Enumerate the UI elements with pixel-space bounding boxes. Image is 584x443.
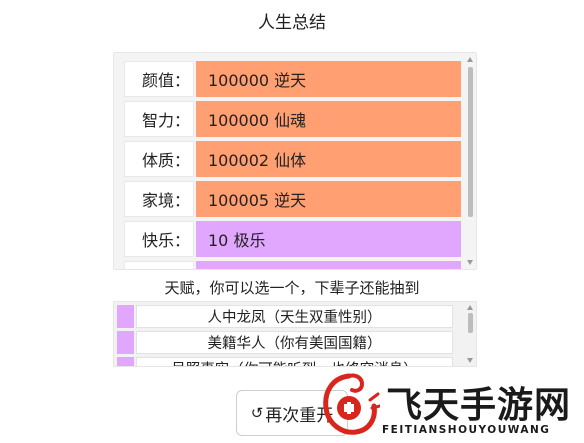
stat-value: 100002 仙体 — [196, 141, 461, 177]
stat-label: 体质： — [124, 141, 194, 177]
scroll-up-arrow-icon[interactable] — [467, 57, 473, 62]
stat-row-happiness: 快乐： 10 极乐 — [124, 221, 461, 257]
talent-item[interactable]: 美籍华人（你有美国国籍） — [117, 331, 453, 354]
stat-label: 快乐： — [124, 221, 194, 257]
dragon-emblem-icon — [323, 373, 380, 435]
talent-heading: 天赋，你可以选一个，下辈子还能抽到 — [164, 279, 420, 297]
talent-label: 人中龙凤（天生双重性别） — [136, 305, 453, 328]
stat-label: 颜值： — [124, 61, 194, 97]
stat-value: 100005 逆天 — [196, 181, 461, 217]
stat-row-appearance: 颜值： 100000 逆天 — [124, 61, 461, 97]
refresh-icon: ↺ — [250, 404, 264, 422]
talent-item[interactable]: 人中龙凤（天生双重性别） — [117, 305, 453, 328]
watermark-logo: 飞天手游网 FEITIANSHOUYOUWANG — [316, 368, 584, 443]
stat-row-constitution: 体质： 100002 仙体 — [124, 141, 461, 177]
stats-scrollbar[interactable] — [467, 57, 474, 265]
watermark-subtitle: FEITIANSHOUYOUWANG — [382, 424, 551, 436]
talent-color-swatch — [117, 331, 134, 354]
talent-scrollbar[interactable] — [467, 305, 474, 363]
scroll-thumb[interactable] — [468, 67, 473, 217]
talent-label: 吊照事实（你可能听到，也终究消息） — [136, 357, 453, 366]
page-title: 人生总结 — [258, 13, 326, 33]
scroll-up-arrow-icon[interactable] — [467, 305, 473, 310]
stat-value: 100000 仙魂 — [196, 101, 461, 137]
life-summary-screen: 人生总结 颜值： 100000 逆天 智力： 100000 仙魂 体质： 100… — [0, 0, 584, 443]
stat-value: 100000 逆天 — [196, 61, 461, 97]
watermark-title: 飞天手游网 — [386, 384, 572, 426]
talent-list[interactable]: 人中龙凤（天生双重性别） 美籍华人（你有美国国籍） 吊照事实（你可能听到，也终究… — [113, 301, 477, 367]
scroll-down-arrow-icon[interactable] — [467, 358, 473, 363]
stat-row-family: 家境： 100005 逆天 — [124, 181, 461, 217]
talent-color-swatch — [117, 305, 134, 328]
talent-label: 美籍华人（你有美国国籍） — [136, 331, 453, 354]
stat-row-intelligence: 智力： 100000 仙魂 — [124, 101, 461, 137]
stat-value: 10 极乐 — [196, 221, 461, 257]
stat-label: 智力： — [124, 101, 194, 137]
stats-panel[interactable]: 颜值： 100000 逆天 智力： 100000 仙魂 体质： 100002 仙… — [113, 52, 477, 270]
scroll-down-arrow-icon[interactable] — [467, 260, 473, 265]
talent-item[interactable]: 吊照事实（你可能听到，也终究消息） — [117, 357, 453, 366]
stat-label: 家境： — [124, 181, 194, 217]
stat-row-partial — [124, 261, 461, 269]
scroll-thumb[interactable] — [468, 313, 473, 333]
talent-color-swatch — [117, 357, 134, 366]
stat-label — [124, 261, 194, 269]
stat-value — [196, 261, 461, 269]
